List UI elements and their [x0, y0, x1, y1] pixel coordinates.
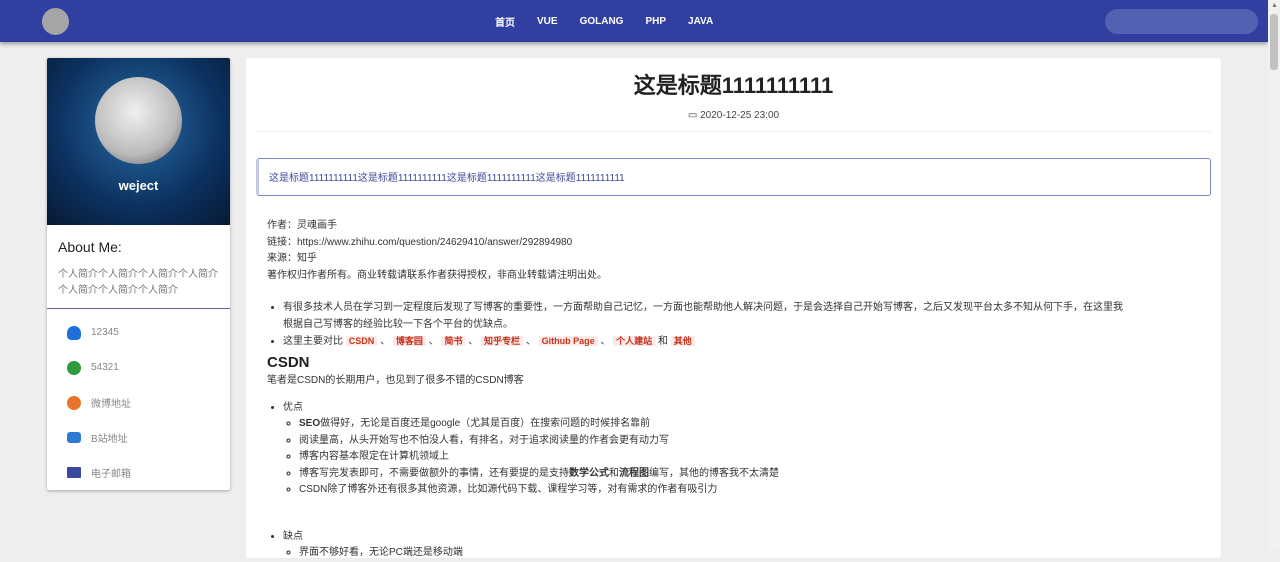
article-card: 这是标题1111111111 ▭ 2020-12-25 23:00 这是标题11…: [246, 58, 1221, 558]
date-text: 2020-12-25 23:00: [700, 110, 780, 121]
platform-tag: 简书: [441, 336, 466, 346]
nav-item-php[interactable]: PHP: [634, 16, 677, 27]
pro-item: CSDN除了博客外还有很多其他资源，比如源代码下载、课程学习等，对有需求的作者有…: [299, 482, 1200, 499]
link-email[interactable]: 电子邮箱: [47, 455, 230, 490]
link-qq[interactable]: 12345: [47, 315, 230, 350]
search-input[interactable]: [1105, 9, 1258, 34]
avatar: [95, 77, 182, 164]
link-label: 电子邮箱: [91, 469, 131, 480]
cons-label: 缺点: [283, 530, 303, 542]
text: 编写，其他的博客我不太清楚: [649, 467, 779, 479]
csdn-intro: 笔者是CSDN的长期用户，也见到了很多不错的CSDN博客: [267, 375, 524, 386]
text: 、: [380, 336, 391, 347]
article-summary: 这是标题1111111111这是标题1111111111这是标题11111111…: [256, 158, 1211, 196]
bold: 数学公式: [569, 467, 609, 479]
bold: 流程图: [619, 467, 649, 479]
platform-tag: 博客园: [392, 336, 426, 346]
section-heading-csdn: CSDN: [267, 353, 310, 371]
link-label: 54321: [91, 362, 119, 373]
about-title: About Me:: [58, 239, 122, 255]
text: 和: [609, 467, 619, 479]
pros-label: 优点: [283, 401, 303, 413]
platform-tag: 知乎专栏: [481, 336, 524, 346]
username: weject: [118, 178, 159, 193]
divider: [256, 131, 1211, 132]
contact-links: 12345 54321 微博地址 B站地址 电子邮箱: [47, 309, 230, 490]
scrollbar-thumb[interactable]: [1270, 14, 1278, 70]
con-item: 界面不够好看，无论PC端还是移动端: [299, 545, 1200, 562]
text: 这里主要对比: [283, 336, 343, 347]
platform-tag: CSDN: [345, 336, 378, 346]
meta-copyright: 著作权归作者所有。商业转载请联系作者获得授权，非商业转载请注明出处。: [267, 269, 607, 281]
about-section: About Me: 个人简介个人简介个人简介个人简介个人简介个人简介个人简介: [47, 225, 230, 309]
about-text: 个人简介个人简介个人简介个人简介个人简介个人简介个人简介: [58, 269, 218, 296]
pro-item: 博客写完发表即可，不需要做额外的事情，还有要提的是支持数学公式和流程图编写，其他…: [299, 466, 1200, 483]
calendar-icon: ▭: [687, 110, 701, 121]
text: 做得好，无论是百度还是google（尤其是百度）在搜索问题的时候排名靠前: [320, 418, 651, 429]
pro-item: 博客内容基本限定在计算机领域上: [299, 449, 1200, 466]
text: 、: [468, 336, 479, 347]
text: 、: [428, 336, 439, 347]
text: 博客写完发表即可，不需要做额外的事情，还有要提的是支持: [299, 467, 569, 479]
email-icon: [67, 467, 81, 478]
article-date: ▭ 2020-12-25 23:00: [246, 110, 1221, 121]
nav-menu: 首页 VUE GOLANG PHP JAVA: [484, 0, 724, 42]
platform-tag: 个人建站: [613, 336, 656, 346]
link-label: B站地址: [91, 434, 128, 445]
pro-item: SEO做得好，无论是百度还是google（尤其是百度）在搜索问题的时候排名靠前: [299, 416, 1200, 433]
link-bilibili[interactable]: B站地址: [47, 420, 230, 455]
scroll-up-icon[interactable]: ▲: [1271, 2, 1278, 9]
qq-icon: [67, 325, 81, 340]
platform-tag: Github Page: [538, 336, 598, 346]
profile-card: weject About Me: 个人简介个人简介个人简介个人简介个人简介个人简…: [47, 58, 230, 490]
compare-item: 这里主要对比 CSDN 、 博客园 、 简书 、 知乎专栏 、 Github P…: [283, 333, 1130, 351]
nav-item-golang[interactable]: GOLANG: [569, 16, 635, 27]
intro-item: 有很多技术人员在学习到一定程度后发现了写博客的重要性，一方面帮助自己记忆，一方面…: [283, 300, 1130, 333]
nav-item-vue[interactable]: VUE: [526, 16, 569, 27]
top-navbar: 首页 VUE GOLANG PHP JAVA: [0, 0, 1268, 42]
article-body: 作者：灵魂画手 链接：https://www.zhihu.com/questio…: [246, 196, 1221, 562]
meta-source: 来源：知乎: [267, 253, 317, 264]
text: 、: [525, 336, 536, 347]
meta-link[interactable]: 链接：https://www.zhihu.com/question/246294…: [267, 235, 1200, 252]
meta-author: 作者：灵魂画手: [267, 220, 337, 231]
text: 和: [657, 336, 668, 347]
article-title: 这是标题1111111111: [633, 73, 834, 98]
wechat-icon: [67, 360, 81, 375]
text: 、: [600, 336, 611, 347]
logo[interactable]: [42, 8, 69, 35]
nav-item-home[interactable]: 首页: [484, 14, 526, 29]
link-weibo[interactable]: 微博地址: [47, 385, 230, 420]
profile-banner: weject: [47, 58, 230, 225]
pro-item: 阅读量高，从头开始写也不怕没人看，有排名，对于追求阅读量的作者会更有动力写: [299, 433, 1200, 450]
link-wechat[interactable]: 54321: [47, 350, 230, 385]
bilibili-icon: [67, 432, 81, 443]
link-label: 12345: [91, 327, 119, 338]
weibo-icon: [67, 395, 81, 410]
link-label: 微博地址: [91, 399, 131, 410]
platform-tag: 其他: [670, 336, 695, 346]
nav-item-java[interactable]: JAVA: [677, 16, 724, 27]
bold: SEO: [299, 418, 321, 429]
scrollbar[interactable]: ▲: [1268, 0, 1280, 549]
